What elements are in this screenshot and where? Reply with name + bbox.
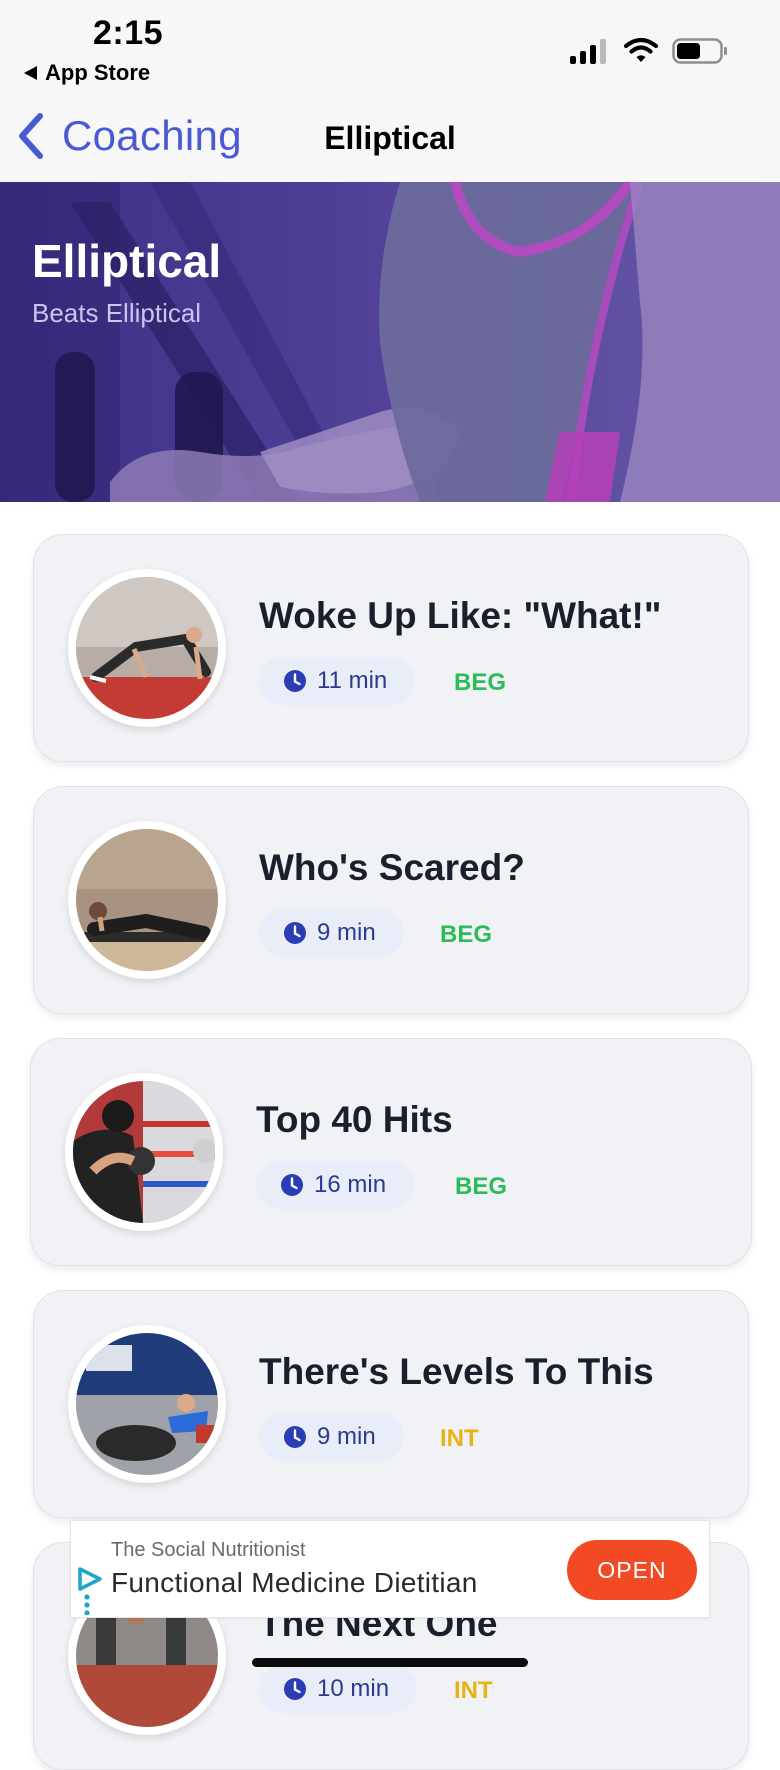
workout-thumbnail <box>68 569 226 727</box>
workout-card[interactable]: There's Levels To This 9 min INT <box>33 1290 749 1518</box>
ad-choices-icon[interactable] <box>75 1565 105 1615</box>
hero-subtitle: Beats Elliptical <box>32 298 202 328</box>
battery-icon <box>672 38 727 64</box>
status-bar: 2:15 App Store <box>0 0 780 90</box>
workout-duration: 16 min <box>314 1171 387 1198</box>
duration-pill: 9 min <box>259 909 404 957</box>
clock-icon <box>284 670 306 692</box>
workout-photo <box>73 1081 215 1223</box>
workout-title: Who's Scared? <box>259 847 525 888</box>
signal-icon <box>570 38 610 64</box>
back-to-app-store-link[interactable]: App Store <box>24 60 150 86</box>
ad-advertiser: The Social Nutritionist <box>111 1539 306 1561</box>
back-button-label: Coaching <box>62 112 242 159</box>
workout-duration: 10 min <box>317 1675 390 1702</box>
duration-pill: 9 min <box>259 1413 404 1461</box>
back-triangle-icon <box>24 66 37 80</box>
ad-open-button[interactable]: OPEN <box>567 1540 697 1600</box>
hero-banner: Elliptical Beats Elliptical <box>0 182 780 502</box>
workout-level: BEG <box>455 1173 508 1200</box>
duration-pill: 10 min <box>259 1665 418 1713</box>
workout-level: BEG <box>440 921 493 948</box>
wifi-icon <box>624 37 658 62</box>
workout-card[interactable]: Top 40 Hits 16 min BEG <box>30 1038 752 1266</box>
workout-photo <box>76 577 218 719</box>
duration-pill: 11 min <box>259 657 416 705</box>
workout-card[interactable]: Who's Scared? 9 min BEG <box>33 786 749 1014</box>
back-to-app-label: App Store <box>45 60 151 85</box>
workout-photo <box>76 1333 218 1475</box>
clock-icon <box>284 922 306 944</box>
hero-image <box>0 182 780 502</box>
duration-pill: 16 min <box>256 1161 415 1209</box>
clock-icon <box>284 1678 306 1700</box>
home-indicator <box>252 1658 528 1667</box>
workout-duration: 9 min <box>317 919 376 946</box>
workout-thumbnail <box>68 821 226 979</box>
workout-title: Woke Up Like: "What!" <box>259 595 662 636</box>
workout-level: INT <box>440 1425 479 1452</box>
ad-headline: Functional Medicine Dietitian <box>111 1567 478 1598</box>
hero-title: Elliptical <box>32 235 222 287</box>
ad-banner[interactable]: The Social Nutritionist Functional Medic… <box>70 1520 710 1618</box>
workout-title: Top 40 Hits <box>256 1099 453 1140</box>
chevron-left-icon <box>19 113 43 159</box>
workout-photo <box>76 829 218 971</box>
status-time: 2:15 <box>92 14 164 52</box>
navigation-bar: Coaching Elliptical <box>0 90 780 183</box>
workout-thumbnail <box>65 1073 223 1231</box>
workout-thumbnail <box>68 1325 226 1483</box>
clock-icon <box>281 1174 303 1196</box>
workout-title: There's Levels To This <box>259 1351 654 1392</box>
workout-card[interactable]: Woke Up Like: "What!" 11 min BEG <box>33 534 749 762</box>
clock-icon <box>284 1426 306 1448</box>
back-button[interactable]: Coaching <box>16 108 242 164</box>
page-title: Elliptical <box>324 120 456 156</box>
workout-duration: 11 min <box>317 667 388 694</box>
workout-level: BEG <box>454 669 507 696</box>
workout-level: INT <box>454 1677 493 1704</box>
workout-duration: 9 min <box>317 1423 376 1450</box>
